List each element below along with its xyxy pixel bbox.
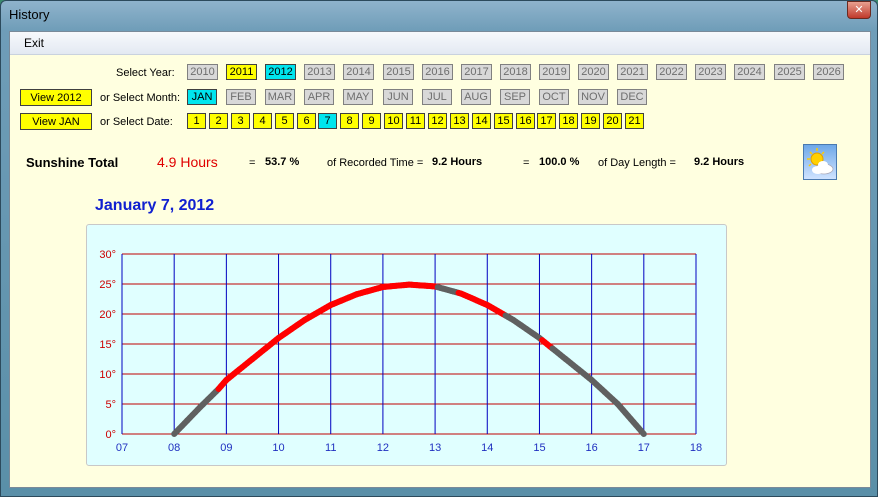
date-button-17[interactable]: 17 <box>537 113 556 129</box>
day-percent: 100.0 % <box>539 156 580 168</box>
date-button-2[interactable]: 2 <box>209 113 228 129</box>
date-button-20[interactable]: 20 <box>603 113 622 129</box>
year-button-2012[interactable]: 2012 <box>265 64 296 80</box>
date-button-12[interactable]: 12 <box>428 113 447 129</box>
x-tick-label: 18 <box>690 442 702 454</box>
x-tick-label: 07 <box>116 442 128 454</box>
month-button-may[interactable]: MAY <box>343 89 373 105</box>
date-button-15[interactable]: 15 <box>494 113 513 129</box>
recorded-time-value: 9.2 Hours <box>432 156 483 168</box>
year-button-2017[interactable]: 2017 <box>461 64 492 80</box>
chart-svg: 0° 5° 10° 15° 20° 25° 30° 07 08 09 10 11 12 13 14 15 16 1… <box>99 249 702 454</box>
client-area: Exit Select Year: View 2012 or Select Mo… <box>9 31 871 488</box>
year-button-2019[interactable]: 2019 <box>539 64 570 80</box>
date-button-9[interactable]: 9 <box>362 113 381 129</box>
month-button-aug[interactable]: AUG <box>461 89 491 105</box>
x-tick-label: 09 <box>220 442 232 454</box>
x-tick-label: 17 <box>638 442 650 454</box>
date-button-13[interactable]: 13 <box>450 113 469 129</box>
select-date-label: or Select Date: <box>100 116 173 128</box>
x-tick-label: 11 <box>325 442 336 454</box>
recorded-percent: 53.7 % <box>265 156 300 168</box>
date-button-5[interactable]: 5 <box>275 113 294 129</box>
close-icon[interactable]: ✕ <box>847 1 871 19</box>
month-button-mar[interactable]: MAR <box>265 89 295 105</box>
date-button-3[interactable]: 3 <box>231 113 250 129</box>
month-button-feb[interactable]: FEB <box>226 89 256 105</box>
y-tick-label: 25° <box>99 279 116 291</box>
date-button-4[interactable]: 4 <box>253 113 272 129</box>
month-button-jun[interactable]: JUN <box>383 89 413 105</box>
window-frame: History ✕ Exit Select Year: View 2012 or… <box>0 0 878 497</box>
month-button-sep[interactable]: SEP <box>500 89 530 105</box>
equals-2: = <box>523 157 530 169</box>
year-button-2010[interactable]: 2010 <box>187 64 218 80</box>
view-month-button[interactable]: View JAN <box>20 113 92 130</box>
year-button-2020[interactable]: 2020 <box>578 64 609 80</box>
month-button-jan[interactable]: JAN <box>187 89 217 105</box>
equals-1: = <box>249 157 256 169</box>
year-button-2024[interactable]: 2024 <box>734 64 765 80</box>
date-button-10[interactable]: 10 <box>384 113 403 129</box>
x-tick-label: 08 <box>168 442 180 454</box>
recorded-time-label: of Recorded Time = <box>327 157 424 169</box>
select-year-label: Select Year: <box>116 67 175 79</box>
y-tick-label: 5° <box>105 399 116 411</box>
window-title: History <box>9 7 50 22</box>
menu-exit[interactable]: Exit <box>24 36 44 50</box>
year-button-2016[interactable]: 2016 <box>422 64 453 80</box>
date-button-1[interactable]: 1 <box>187 113 206 129</box>
date-button-7[interactable]: 7 <box>318 113 337 129</box>
month-button-nov[interactable]: NOV <box>578 89 608 105</box>
date-button-6[interactable]: 6 <box>297 113 316 129</box>
year-button-2021[interactable]: 2021 <box>617 64 648 80</box>
date-button-19[interactable]: 19 <box>581 113 600 129</box>
month-button-dec[interactable]: DEC <box>617 89 647 105</box>
year-button-2022[interactable]: 2022 <box>656 64 687 80</box>
date-title: January 7, 2012 <box>95 197 215 214</box>
y-tick-label: 30° <box>99 249 116 261</box>
year-button-2014[interactable]: 2014 <box>343 64 374 80</box>
sunshine-hours: 4.9 Hours <box>157 154 218 170</box>
select-month-label: or Select Month: <box>100 92 181 104</box>
x-tick-label: 15 <box>533 442 545 454</box>
x-tick-label: 14 <box>481 442 493 454</box>
cloud-segment <box>638 428 647 437</box>
sunshine-total-label: Sunshine Total <box>26 155 119 170</box>
sun-elevation-chart: 0° 5° 10° 15° 20° 25° 30° 07 08 09 10 11 12 13 14 15 16 1… <box>86 224 727 466</box>
y-tick-label: 20° <box>99 309 116 321</box>
view-year-button[interactable]: View 2012 <box>20 89 92 106</box>
year-button-2025[interactable]: 2025 <box>774 64 805 80</box>
date-button-8[interactable]: 8 <box>340 113 359 129</box>
x-tick-label: 16 <box>586 442 598 454</box>
date-button-14[interactable]: 14 <box>472 113 491 129</box>
year-button-2018[interactable]: 2018 <box>500 64 531 80</box>
y-tick-label: 15° <box>99 339 116 351</box>
year-button-2011[interactable]: 2011 <box>226 64 257 80</box>
x-tick-label: 13 <box>429 442 441 454</box>
month-button-oct[interactable]: OCT <box>539 89 569 105</box>
month-button-jul[interactable]: JUL <box>422 89 452 105</box>
y-tick-label: 10° <box>99 369 116 381</box>
year-button-2013[interactable]: 2013 <box>304 64 335 80</box>
year-button-2026[interactable]: 2026 <box>813 64 844 80</box>
month-button-apr[interactable]: APR <box>304 89 334 105</box>
x-tick-label: 10 <box>272 442 284 454</box>
year-button-2023[interactable]: 2023 <box>695 64 726 80</box>
year-button-2015[interactable]: 2015 <box>383 64 414 80</box>
x-tick-label: 12 <box>377 442 389 454</box>
sun-behind-cloud-icon[interactable] <box>803 144 837 180</box>
day-length-label: of Day Length = <box>598 157 676 169</box>
day-length-value: 9.2 Hours <box>694 156 745 168</box>
date-button-18[interactable]: 18 <box>559 113 578 129</box>
menu-bar: Exit <box>10 32 870 55</box>
date-button-21[interactable]: 21 <box>625 113 644 129</box>
y-tick-label: 0° <box>105 429 116 441</box>
date-button-16[interactable]: 16 <box>516 113 535 129</box>
date-button-11[interactable]: 11 <box>406 113 425 129</box>
